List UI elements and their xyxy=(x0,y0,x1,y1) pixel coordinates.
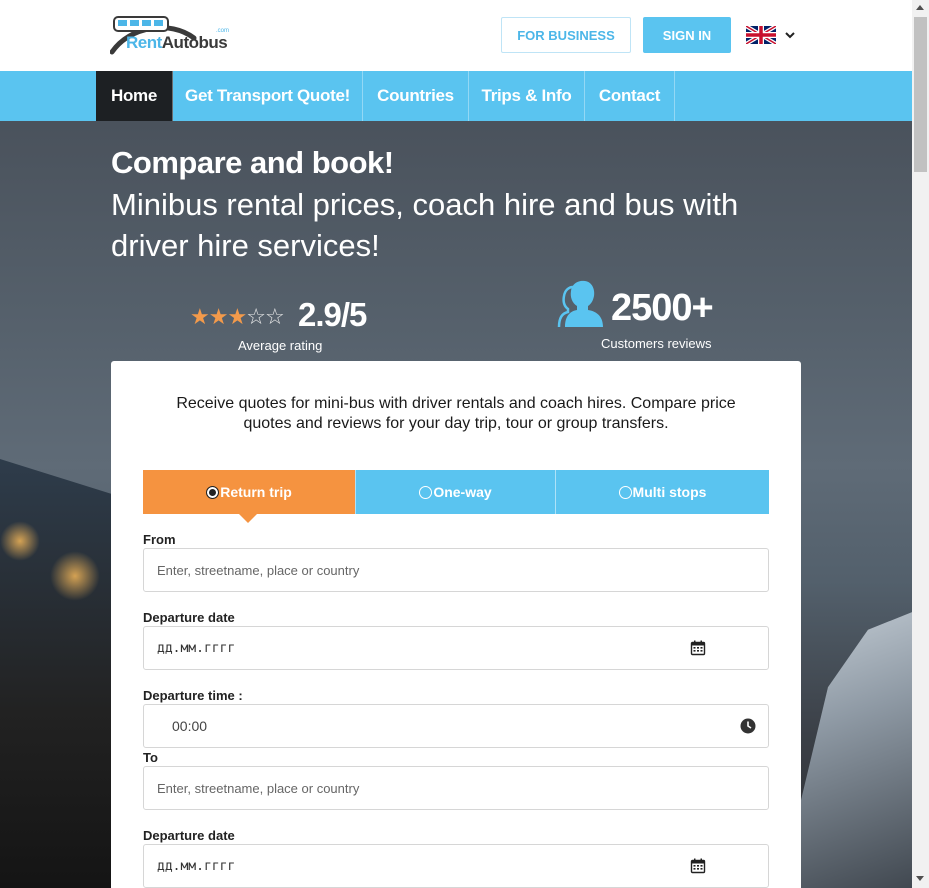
language-selector[interactable] xyxy=(744,24,798,47)
scroll-up-arrow-icon[interactable] xyxy=(916,5,924,10)
clock-icon[interactable] xyxy=(740,718,756,734)
tab-label: Return trip xyxy=(220,484,292,500)
departure-date-input[interactable]: дд.мм.гггг xyxy=(143,626,769,670)
to-input[interactable]: Enter, streetname, place or country xyxy=(143,766,769,810)
sign-in-button[interactable]: SIGN IN xyxy=(643,17,731,53)
departure-time-label: Departure time : xyxy=(143,688,243,703)
nav-item-trips-info[interactable]: Trips & Info xyxy=(469,71,585,121)
customer-reviews: 2500+ Customers reviews xyxy=(557,279,747,354)
scroll-down-arrow-icon[interactable] xyxy=(916,876,924,881)
for-business-button[interactable]: FOR BUSINESS xyxy=(501,17,631,53)
trip-type-tabs: Return trip One-way Multi stops xyxy=(143,470,769,523)
return-departure-date-value: дд.мм.гггг xyxy=(157,858,236,874)
hero-section: Compare and book! Minibus rental prices,… xyxy=(0,121,912,888)
user-icon xyxy=(557,280,603,328)
star-filled-icon: ★ xyxy=(227,304,247,329)
logo-com: .com xyxy=(216,28,230,34)
from-label: From xyxy=(143,532,176,547)
tab-label: One-way xyxy=(433,484,492,500)
from-input[interactable]: Enter, streetname, place or country xyxy=(143,548,769,592)
departure-time-value: 00:00 xyxy=(172,718,208,734)
reviews-label: Customers reviews xyxy=(601,336,712,351)
departure-date-value: дд.мм.гггг xyxy=(157,640,236,656)
star-empty-icon: ☆ xyxy=(246,304,266,329)
nav-item-get-transport-quote[interactable]: Get Transport Quote! xyxy=(173,71,363,121)
radio-icon xyxy=(618,485,632,499)
nav-item-countries[interactable]: Countries xyxy=(363,71,469,121)
departure-date-label: Departure date xyxy=(143,610,235,625)
nav-item-home[interactable]: Home xyxy=(96,71,173,121)
active-tab-pointer xyxy=(239,514,257,523)
calendar-icon[interactable] xyxy=(690,640,706,656)
site-header: RentAutobus .com FOR BUSINESS SIGN IN xyxy=(0,0,912,71)
form-intro: Receive quotes for mini-bus with driver … xyxy=(176,395,736,432)
nav-item-contact[interactable]: Contact xyxy=(585,71,675,121)
tab-one-way[interactable]: One-way xyxy=(355,470,555,514)
departure-time-input[interactable]: 00:00 xyxy=(143,704,769,748)
hero-title: Compare and book! xyxy=(111,145,394,180)
site-logo[interactable]: RentAutobus .com xyxy=(109,14,230,56)
scrollbar-thumb[interactable] xyxy=(914,17,927,172)
tab-label: Multi stops xyxy=(632,484,707,500)
tab-multi-stops[interactable]: Multi stops xyxy=(555,470,769,514)
return-departure-date-label: Departure date xyxy=(143,828,235,843)
radio-icon xyxy=(419,485,433,499)
average-rating: ★★★☆☆ 2.9/5 Average rating xyxy=(190,296,380,356)
radio-selected-icon xyxy=(206,485,220,499)
tab-return-trip[interactable]: Return trip xyxy=(143,470,355,514)
background-bus xyxy=(0,459,115,888)
star-filled-icon: ★ xyxy=(190,304,210,329)
logo-autobus: Autobus xyxy=(161,33,228,52)
star-empty-icon: ☆ xyxy=(264,304,285,329)
star-filled-icon: ★ xyxy=(208,304,229,329)
return-departure-date-input[interactable]: дд.мм.гггг xyxy=(143,844,769,888)
logo-rent: Rent xyxy=(126,33,162,52)
rating-label: Average rating xyxy=(238,338,323,353)
bus-light xyxy=(50,551,100,601)
chevron-down-icon xyxy=(784,26,796,47)
quote-form-card: Receive quotes for mini-bus with driver … xyxy=(111,361,801,888)
to-label: To xyxy=(143,750,158,765)
reviews-value: 2500+ xyxy=(611,287,714,329)
calendar-icon[interactable] xyxy=(690,858,706,874)
bus-light xyxy=(0,521,40,561)
rating-stars: ★★★☆☆ xyxy=(190,304,285,330)
uk-flag-icon xyxy=(744,24,778,46)
rating-value: 2.9/5 xyxy=(298,296,367,333)
page-scrollbar[interactable] xyxy=(912,0,929,888)
main-nav: Home Get Transport Quote! Countries Trip… xyxy=(0,71,912,121)
hero-subtitle: Minibus rental prices, coach hire and bu… xyxy=(111,187,739,263)
